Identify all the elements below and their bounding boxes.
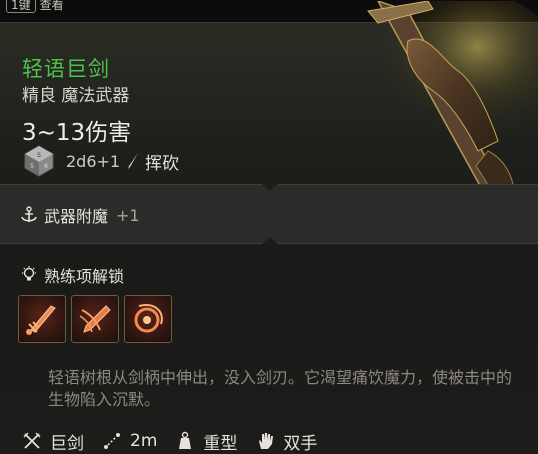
anchor-icon (21, 206, 37, 222)
property-handedness: 双手 (255, 429, 317, 454)
lacerate-skill-icon[interactable] (71, 295, 119, 343)
lightbulb-icon (22, 266, 36, 281)
property-weapon-type: 巨剑 (22, 429, 84, 454)
range-icon (104, 433, 120, 449)
svg-text:6: 6 (44, 163, 48, 170)
crossed-swords-icon (23, 432, 41, 449)
cleave-skill-icon[interactable] (18, 295, 66, 343)
item-description: 轻语树根从剑柄中伸出，没入剑刃。它渴望痛饮魔力，使被击中的生物陷入沉默。 (48, 368, 513, 409)
svg-text:5: 5 (30, 163, 34, 170)
item-tooltip: 轻语巨剑 精良 魔法武器 3~13伤害 S 5 6 2d6+1 挥砍 武器附魔 … (0, 1, 538, 454)
key-badge: 1键 (6, 0, 36, 13)
enchant-value: +1 (116, 205, 140, 225)
proficiency-header: 熟练项解锁 (20, 263, 124, 287)
greatsword-image (367, 1, 538, 211)
item-rarity-type: 精良 魔法武器 (22, 86, 130, 106)
property-range-label: 2m (130, 431, 158, 451)
property-weight: 重型 (175, 429, 237, 454)
key-hint: 1键 查看 (6, 0, 64, 13)
property-range: 2m (102, 431, 157, 451)
enchant-row: 武器附魔 +1 (20, 203, 140, 227)
damage-dice-row: S 5 6 2d6+1 挥砍 (22, 145, 179, 177)
damage-dice: 2d6+1 (66, 151, 121, 171)
item-name: 轻语巨剑 (22, 57, 110, 81)
pommel-strike-skill-icon[interactable] (124, 295, 172, 343)
key-hint-label: 查看 (39, 0, 64, 12)
property-weight-label: 重型 (203, 433, 238, 454)
enchant-label: 武器附魔 (44, 207, 109, 226)
damage-type: 挥砍 (145, 153, 180, 174)
dice-icon: S 5 6 (24, 145, 54, 177)
proficiency-label: 熟练项解锁 (44, 267, 125, 286)
weapon-properties: 巨剑 2m 重型 双手 (22, 428, 335, 454)
item-damage: 3~13伤害 (22, 120, 132, 146)
slash-icon (128, 153, 139, 169)
hand-icon (259, 433, 274, 449)
weight-icon (179, 431, 192, 449)
svg-text:S: S (37, 152, 41, 159)
property-handedness-label: 双手 (283, 433, 318, 454)
proficiency-skills (18, 295, 177, 343)
property-weapon-type-label: 巨剑 (50, 433, 84, 454)
